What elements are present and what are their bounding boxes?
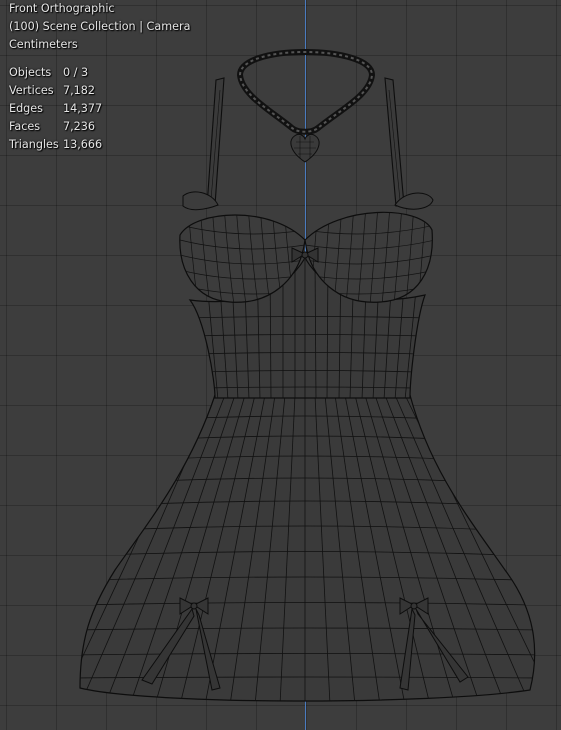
stat-row-vertices: Vertices 7,182	[9, 82, 102, 100]
stat-value: 14,377	[63, 102, 103, 115]
view-name: Front Orthographic	[9, 2, 115, 15]
strap-left[interactable]	[206, 77, 225, 207]
stat-value: 7,182	[63, 84, 96, 97]
stat-label: Faces	[9, 120, 41, 133]
stat-row-faces: Faces 7,236	[9, 118, 102, 136]
stat-row-edges: Edges 14,377	[9, 100, 102, 118]
stat-value: 13,666	[63, 138, 103, 151]
stat-label: Objects	[9, 66, 52, 79]
3d-viewport[interactable]: Front Orthographic (100) Scene Collectio…	[0, 0, 561, 730]
stat-label: Edges	[9, 102, 43, 115]
collection-label: (100) Scene Collection | Camera	[9, 20, 191, 33]
stat-label: Vertices	[9, 84, 54, 97]
stat-value: 0 / 3	[63, 66, 89, 79]
scene-statistics: Objects 0 / 3 Vertices 7,182 Edges 14,37…	[9, 64, 102, 154]
stat-label: Triangles	[9, 138, 59, 151]
stat-row-objects: Objects 0 / 3	[9, 64, 102, 82]
dress-mesh[interactable]	[60, 394, 555, 705]
units-label: Centimeters	[9, 38, 78, 51]
strap-right[interactable]	[384, 77, 405, 207]
stat-row-triangles: Triangles 13,666	[9, 136, 102, 154]
stat-value: 7,236	[63, 120, 96, 133]
necklace-mesh[interactable]	[236, 48, 376, 163]
viewport-info-overlay: Front Orthographic (100) Scene Collectio…	[9, 0, 190, 54]
